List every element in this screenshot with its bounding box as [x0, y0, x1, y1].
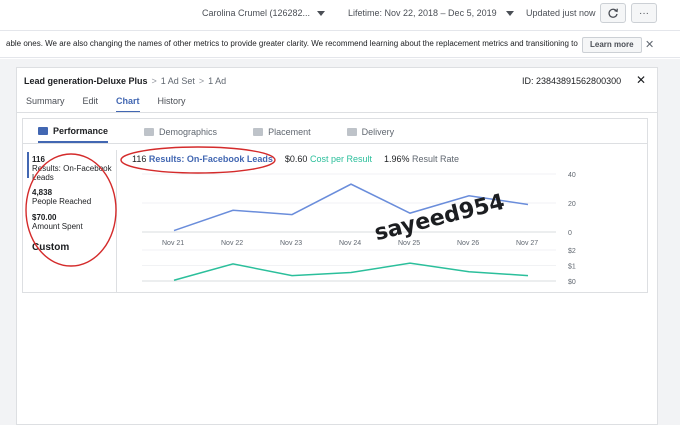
x-tick-label: Nov 23 — [280, 240, 302, 247]
red-annotation-circle — [120, 146, 276, 174]
y-tick-label: $1 — [568, 264, 576, 271]
y-tick-label: 0 — [568, 230, 572, 237]
x-tick-label: Nov 25 — [398, 240, 420, 247]
y-tick-label: 40 — [568, 172, 576, 179]
x-tick-label: Nov 21 — [162, 240, 184, 247]
performance-chart: 40 20 0 Nov 21 Nov 22 Nov 23 Nov 24 Nov 25 Nov 2… — [25, 146, 576, 286]
red-annotation-circle — [25, 153, 117, 267]
x-tick-label: Nov 24 — [339, 240, 361, 247]
x-tick-label: Nov 22 — [221, 240, 243, 247]
y-tick-label: $0 — [568, 279, 576, 286]
y-tick-label: 20 — [568, 201, 576, 208]
x-tick-label: Nov 27 — [516, 240, 538, 247]
x-tick-label: Nov 26 — [457, 240, 479, 247]
y-tick-label: $2 — [568, 248, 576, 255]
